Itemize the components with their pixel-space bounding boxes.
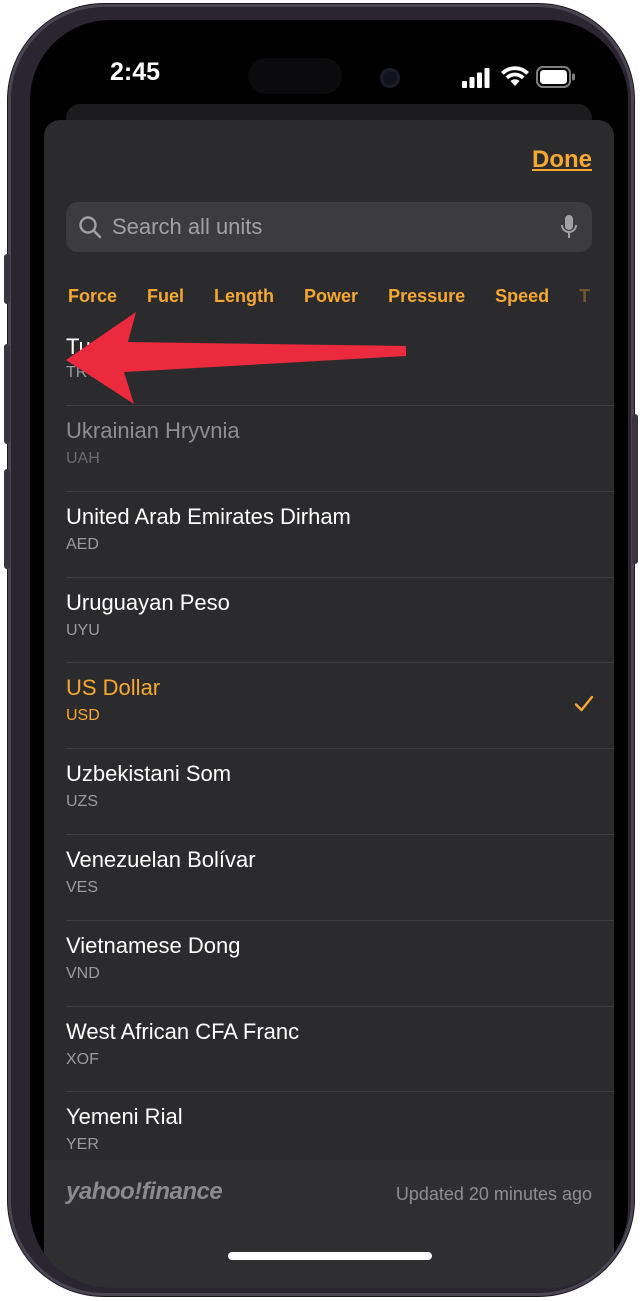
unit-code: USD bbox=[66, 707, 100, 725]
unit-name: Uruguayan Peso bbox=[66, 589, 230, 615]
dynamic-island bbox=[248, 58, 342, 94]
unit-row-uah[interactable]: Ukrainian Hryvnia UAH bbox=[66, 406, 614, 492]
cellular-signal-icon bbox=[462, 68, 490, 88]
unit-name: Yemeni Rial bbox=[66, 1104, 183, 1130]
unit-code: YER bbox=[66, 1136, 99, 1154]
unit-code: XOF bbox=[66, 1050, 99, 1068]
units-sheet: Done Force Fuel Length Power Pressure bbox=[44, 120, 614, 1288]
checkmark-icon bbox=[574, 696, 594, 712]
volume-up-button bbox=[4, 344, 10, 444]
unit-name: West African CFA Franc bbox=[66, 1018, 300, 1044]
search-bar[interactable] bbox=[66, 202, 592, 252]
done-button[interactable]: Done bbox=[532, 146, 592, 174]
unit-row-uyu[interactable]: Uruguayan Peso UYU bbox=[66, 578, 614, 664]
unit-code: VES bbox=[66, 878, 99, 896]
phone-screen: 2:45 Done Search all units Force Fuel Le… bbox=[30, 20, 628, 1288]
unit-name: United Arab Emirates Dirham bbox=[66, 503, 351, 529]
action-button bbox=[4, 254, 10, 304]
unit-row-uzs[interactable]: Uzbekistani Som UZS bbox=[66, 749, 614, 835]
updated-timestamp: Updated 20 minutes ago bbox=[395, 1184, 592, 1204]
footer: yahoo!finance Updated 20 minutes ago bbox=[44, 1160, 614, 1288]
unit-name: Ukrainian Hryvnia bbox=[66, 418, 240, 443]
volume-down-button bbox=[4, 469, 10, 569]
microphone-icon[interactable] bbox=[560, 214, 578, 240]
search-input[interactable] bbox=[102, 214, 560, 240]
unit-code: UYU bbox=[66, 621, 100, 639]
unit-code: VND bbox=[66, 964, 100, 982]
unit-list: Tu TRY Ukrainian Hryvnia UAH United Arab… bbox=[44, 334, 614, 1178]
unit-name: Vietnamese Dong bbox=[66, 932, 241, 958]
home-indicator[interactable] bbox=[228, 1252, 432, 1260]
unit-code: UZS bbox=[66, 793, 98, 811]
unit-row-ves[interactable]: Venezuelan Bolívar VES bbox=[66, 835, 614, 921]
battery-icon bbox=[536, 66, 575, 88]
unit-name: Uzbekistani Som bbox=[66, 761, 232, 787]
wifi-icon bbox=[501, 66, 529, 86]
camera-icon bbox=[380, 68, 400, 88]
unit-row-usd[interactable]: US Dollar USD bbox=[66, 663, 614, 750]
status-time: 2:45 bbox=[110, 58, 161, 86]
unit-row-xof[interactable]: West African CFA Franc XOF bbox=[66, 1007, 614, 1093]
power-button bbox=[632, 414, 638, 564]
red-arrow-annotation bbox=[66, 312, 406, 404]
unit-name: US Dollar bbox=[66, 675, 161, 701]
phone-frame: 2:45 Done Search all units Force Fuel Le… bbox=[4, 4, 638, 1296]
unit-code: AED bbox=[66, 535, 99, 553]
unit-row-aed[interactable]: United Arab Emirates Dirham AED bbox=[66, 492, 614, 578]
search-icon bbox=[79, 216, 102, 239]
tab-partial[interactable]: T bbox=[579, 286, 590, 322]
unit-name: Venezuelan Bolívar bbox=[66, 846, 256, 872]
unit-code: UAH bbox=[66, 450, 100, 467]
tab-speed[interactable]: Speed bbox=[495, 286, 549, 322]
yahoo-finance-logo: yahoo!finance bbox=[66, 1178, 223, 1205]
unit-row-vnd[interactable]: Vietnamese Dong VND bbox=[66, 921, 614, 1007]
